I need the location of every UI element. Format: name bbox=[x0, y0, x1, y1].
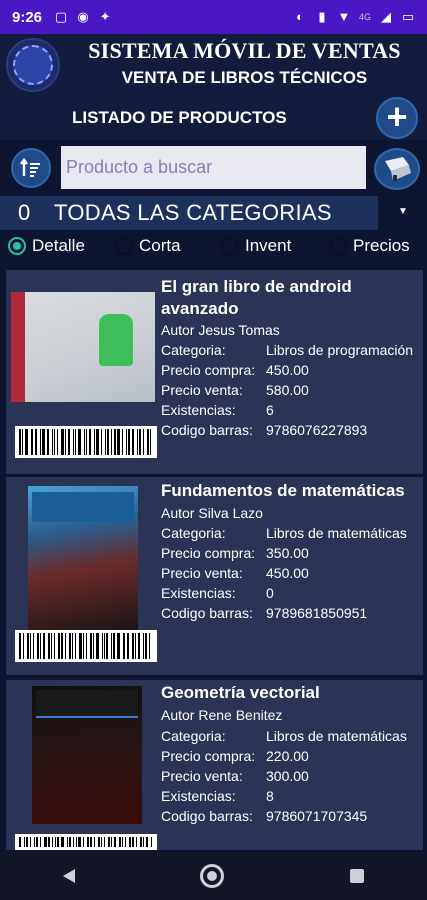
label-existencias: Existencias: bbox=[161, 402, 236, 418]
value-existencias: 6 bbox=[266, 402, 274, 418]
vibrate-icon: ▮ bbox=[318, 9, 326, 24]
radio-corta[interactable]: Corta bbox=[115, 234, 181, 258]
dropdown-arrow-icon[interactable]: ▼ bbox=[398, 206, 408, 217]
product-image bbox=[28, 486, 138, 636]
value-existencias: 8 bbox=[266, 788, 274, 804]
value-precio-venta: 300.00 bbox=[266, 768, 309, 784]
value-categoria: Libros de matemáticas bbox=[266, 728, 407, 744]
value-existencias: 0 bbox=[266, 585, 274, 601]
label-existencias: Existencias: bbox=[161, 585, 236, 601]
product-author: Autor Silva Lazo bbox=[161, 505, 263, 521]
home-icon[interactable] bbox=[200, 864, 225, 888]
product-name: Geometría vectorial bbox=[161, 683, 320, 702]
battery-icon: ▭ bbox=[401, 9, 415, 24]
value-codigo-barras: 9786071707345 bbox=[266, 808, 368, 824]
radio-unselected-icon bbox=[329, 237, 347, 255]
media-icon: ▢ bbox=[54, 9, 68, 24]
value-codigo-barras: 9789681850951 bbox=[266, 605, 368, 621]
value-precio-venta: 450.00 bbox=[266, 565, 309, 581]
value-categoria: Libros de programación bbox=[266, 342, 414, 358]
scanner-icon bbox=[385, 157, 411, 181]
label-precio-venta: Precio venta: bbox=[161, 565, 243, 581]
barcode-image bbox=[15, 630, 157, 662]
label-codigo-barras: Codigo barras: bbox=[161, 808, 253, 824]
barcode-image bbox=[15, 426, 157, 458]
label-categoria: Categoria: bbox=[161, 728, 226, 744]
cast-icon: ◐ bbox=[296, 9, 304, 24]
label-existencias: Existencias: bbox=[161, 788, 236, 804]
label-precio-compra: Precio compra: bbox=[161, 545, 256, 561]
product-image bbox=[11, 292, 155, 402]
label-precio-venta: Precio venta: bbox=[161, 768, 243, 784]
label-categoria: Categoria: bbox=[161, 342, 226, 358]
status-time: 9:26 bbox=[12, 8, 43, 26]
radio-unselected-icon bbox=[221, 237, 239, 255]
category-selector[interactable]: 0 TODAS LAS CATEGORIAS bbox=[0, 196, 378, 230]
product-card[interactable]: Fundamentos de matemáticas Autor Silva L… bbox=[6, 477, 423, 675]
add-product-button[interactable]: + bbox=[376, 97, 418, 139]
app-subtitle: VENTA DE LIBROS TÉCNICOS bbox=[121, 68, 368, 87]
barcode-scan-button[interactable] bbox=[374, 148, 420, 190]
category-count: 0 bbox=[18, 200, 31, 225]
product-image bbox=[32, 686, 142, 824]
radio-unselected-icon bbox=[115, 237, 133, 255]
status-bar: 9:26 ▢ ◉ ✦ ◐ ▮ ▼ 4G ◢ ▭ bbox=[0, 0, 427, 34]
recent-apps-icon[interactable] bbox=[350, 869, 365, 883]
product-card[interactable]: Geometría vectorial Autor Rene Benitez C… bbox=[6, 680, 423, 850]
back-icon[interactable] bbox=[62, 869, 75, 883]
network-type-label: 4G bbox=[358, 12, 371, 22]
value-precio-venta: 580.00 bbox=[266, 382, 309, 398]
wrench-icon: ✦ bbox=[99, 9, 111, 24]
app-logo bbox=[6, 38, 60, 92]
label-precio-venta: Precio venta: bbox=[161, 382, 243, 398]
search-input[interactable] bbox=[61, 146, 366, 189]
category-label: TODAS LAS CATEGORIAS bbox=[54, 200, 332, 225]
label-codigo-barras: Codigo barras: bbox=[161, 422, 253, 438]
product-name: El gran libro de android avanzado bbox=[161, 277, 352, 318]
sort-button[interactable] bbox=[11, 148, 51, 188]
view-mode-group: Detalle Corta Invent Precios bbox=[0, 234, 427, 258]
label-precio-compra: Precio compra: bbox=[161, 748, 256, 764]
system-nav-bar bbox=[0, 852, 427, 900]
sort-icon bbox=[20, 158, 40, 177]
list-header: LISTADO DE PRODUCTOS bbox=[0, 98, 427, 140]
label-categoria: Categoria: bbox=[161, 525, 226, 541]
value-precio-compra: 450.00 bbox=[266, 362, 309, 378]
app-title: SISTEMA MÓVIL DE VENTAS bbox=[88, 38, 401, 63]
product-author: Autor Rene Benitez bbox=[161, 707, 283, 723]
radio-invent[interactable]: Invent bbox=[221, 234, 291, 258]
label-codigo-barras: Codigo barras: bbox=[161, 605, 253, 621]
signal-icon: ◢ bbox=[381, 9, 391, 24]
value-categoria: Libros de matemáticas bbox=[266, 525, 407, 541]
value-precio-compra: 220.00 bbox=[266, 748, 309, 764]
value-codigo-barras: 9786076227893 bbox=[266, 422, 368, 438]
product-name: Fundamentos de matemáticas bbox=[161, 481, 405, 500]
radio-selected-icon bbox=[8, 237, 26, 255]
radio-precios[interactable]: Precios bbox=[329, 234, 410, 258]
label-precio-compra: Precio compra: bbox=[161, 362, 256, 378]
wifi-icon: ▼ bbox=[337, 9, 351, 24]
list-title: LISTADO DE PRODUCTOS bbox=[72, 108, 287, 127]
radio-detalle[interactable]: Detalle bbox=[8, 234, 85, 258]
at-icon: ◉ bbox=[77, 9, 89, 24]
app-header: SISTEMA MÓVIL DE VENTAS VENTA DE LIBROS … bbox=[0, 34, 427, 98]
plus-icon: + bbox=[386, 96, 408, 137]
product-author: Autor Jesus Tomas bbox=[161, 322, 280, 338]
product-card[interactable]: El gran libro de android avanzado Autor … bbox=[6, 270, 423, 474]
value-precio-compra: 350.00 bbox=[266, 545, 309, 561]
barcode-image bbox=[15, 834, 157, 850]
